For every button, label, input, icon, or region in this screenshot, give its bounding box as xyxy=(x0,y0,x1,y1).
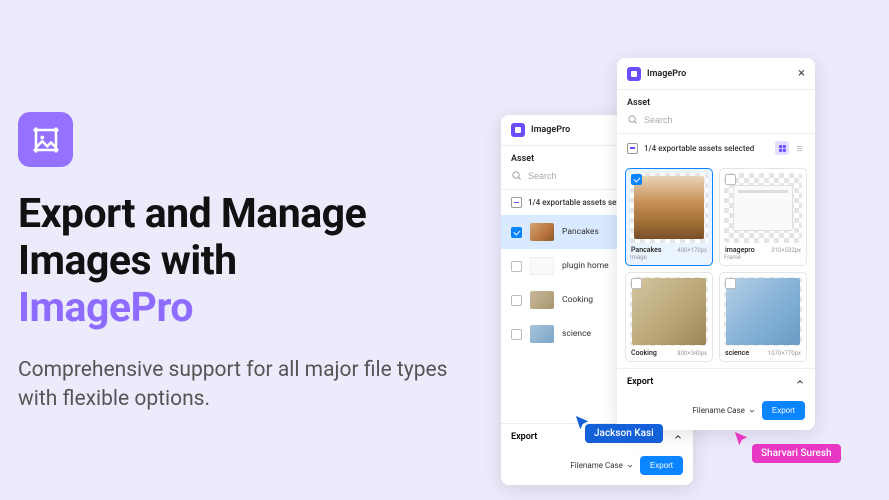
export-button[interactable]: Export xyxy=(640,456,683,475)
card-name: Pancakes xyxy=(631,246,661,254)
selection-count: 1/4 exportable assets selected xyxy=(644,144,754,153)
thumbnail xyxy=(733,185,792,231)
hero-subtitle: Comprehensive support for all major file… xyxy=(18,356,448,413)
select-indeterminate[interactable] xyxy=(627,143,638,154)
hero-title: Export and Manage Images with ImagePro xyxy=(18,191,448,332)
export-label: Export xyxy=(627,377,653,387)
thumbnail xyxy=(530,257,554,275)
list-view-button[interactable] xyxy=(791,141,805,155)
grid-view-button[interactable] xyxy=(775,141,789,155)
item-label: Cooking xyxy=(562,295,593,305)
card-name: Cooking xyxy=(631,349,657,357)
card-dimensions: 800×340px xyxy=(677,350,707,357)
thumbnail xyxy=(530,325,554,343)
thumbnail xyxy=(632,278,707,345)
item-label: plugin home xyxy=(562,261,609,271)
checkbox[interactable] xyxy=(511,329,522,340)
thumbnail xyxy=(530,291,554,309)
checkbox[interactable] xyxy=(511,261,522,272)
chevron-down-icon xyxy=(748,407,756,415)
card-name: imagepro xyxy=(725,246,755,254)
asset-card[interactable]: science 1070×770px xyxy=(719,272,807,363)
thumbnail xyxy=(530,223,554,241)
checkbox[interactable] xyxy=(511,227,522,238)
item-label: Pancakes xyxy=(562,227,599,237)
close-icon[interactable]: × xyxy=(798,66,805,81)
collaborator-badge: Jackson Kasi xyxy=(585,424,663,443)
collaborator-badge: Sharvari Suresh xyxy=(752,444,841,463)
card-dimensions: 1070×770px xyxy=(768,350,801,357)
export-label: Export xyxy=(511,432,537,442)
select-indeterminate[interactable] xyxy=(511,197,522,208)
search-icon xyxy=(511,170,522,181)
asset-card[interactable]: Cooking 800×340px xyxy=(625,272,713,363)
card-dimensions: 400×170px xyxy=(677,247,707,254)
chevron-up-icon[interactable] xyxy=(673,432,683,442)
card-type: Image xyxy=(630,254,708,261)
panel-title: ImagePro xyxy=(647,69,686,79)
plugin-panel-grid: ImagePro × Asset 1/4 exportable assets s… xyxy=(617,58,815,430)
asset-label: Asset xyxy=(617,90,815,114)
checkbox[interactable] xyxy=(631,174,642,185)
thumbnail xyxy=(634,176,704,239)
search-input[interactable] xyxy=(644,115,805,125)
checkbox[interactable] xyxy=(511,295,522,306)
asset-card[interactable]: imagepro 310×532px Frame xyxy=(719,168,807,266)
export-button[interactable]: Export xyxy=(762,401,805,420)
search-icon xyxy=(627,114,638,125)
selection-count: 1/4 exportable assets sele xyxy=(528,198,623,207)
card-type: Frame xyxy=(724,254,802,261)
chevron-up-icon[interactable] xyxy=(795,377,805,387)
card-dimensions: 310×532px xyxy=(771,247,801,254)
item-label: science xyxy=(562,329,591,339)
filename-case-dropdown[interactable]: Filename Case xyxy=(570,461,634,470)
thumbnail xyxy=(726,278,801,345)
card-name: science xyxy=(725,349,749,357)
asset-card[interactable]: Pancakes 400×170px Image xyxy=(625,168,713,266)
filename-case-dropdown[interactable]: Filename Case xyxy=(692,406,756,415)
checkbox[interactable] xyxy=(725,278,736,289)
panel-title: ImagePro xyxy=(531,125,570,135)
checkbox[interactable] xyxy=(725,174,736,185)
logo-icon xyxy=(511,123,525,137)
checkbox[interactable] xyxy=(631,278,642,289)
chevron-down-icon xyxy=(626,462,634,470)
logo-icon xyxy=(627,67,641,81)
app-icon xyxy=(18,112,73,167)
